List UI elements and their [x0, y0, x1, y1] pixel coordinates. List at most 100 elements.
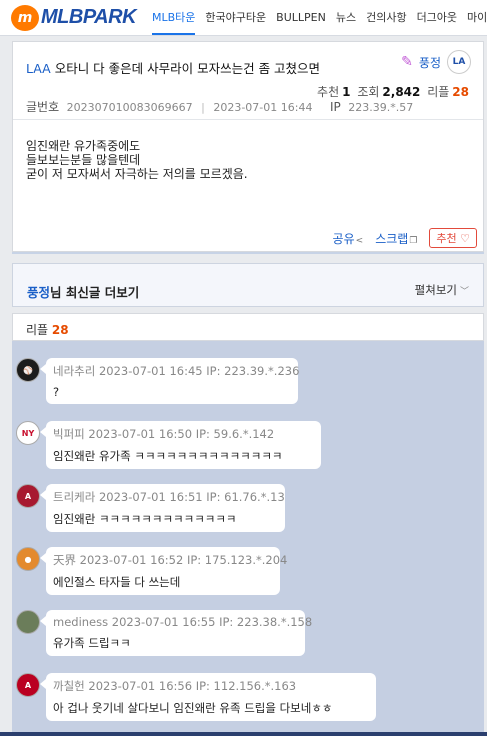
replies-header-text: 리플: [26, 323, 49, 337]
post-number-label: 글번호: [26, 100, 60, 114]
comment-bubble: mediness 2023-07-01 16:55 IP: 223.38.*.1…: [40, 610, 312, 656]
comment-user[interactable]: 天界: [53, 553, 76, 567]
bottom-strip: [0, 732, 487, 736]
comment-user[interactable]: 네라추리: [53, 364, 95, 378]
nav-kbo-town[interactable]: 한국야구타운: [205, 0, 266, 35]
comment-ip: IP: 223.38.*.158: [219, 615, 313, 629]
scrap-button[interactable]: 스크랩❐: [375, 230, 417, 247]
comment-bubble: 네라추리 2023-07-01 16:45 IP: 223.39.*.236 ?: [40, 358, 299, 404]
comment-item: NY 빅퍼피 2023-07-01 16:50 IP: 59.6.*.142 임…: [16, 421, 321, 469]
recommend-button[interactable]: 추천 ♡: [429, 228, 477, 248]
replies-header-label: 리플 28: [26, 321, 69, 338]
ip-label: IP: [329, 100, 341, 114]
views-count: 2,842: [382, 85, 421, 99]
comment-bubble: 트리케라 2023-07-01 16:51 IP: 61.76.*.13 임진왜…: [40, 484, 285, 532]
comment-text: 임진왜란 유가족 ㅋㅋㅋㅋㅋㅋㅋㅋㅋㅋㅋㅋㅋㅋ: [53, 449, 283, 463]
comment-datetime: 2023-07-01 16:50: [88, 427, 193, 441]
article-title-text: 오타니 다 좋은데 사무라이 모자쓰는건 좀 고쳤으면: [54, 61, 321, 76]
comment-text: ?: [53, 385, 60, 399]
comment-user[interactable]: mediness: [53, 615, 108, 629]
top-navigation: m MLBPARK MLB타운 한국야구타운 BULLPEN 뉴스 건의사항 더…: [0, 0, 487, 36]
logo-mark-icon: m: [11, 4, 39, 31]
comment-item: ⚾ 네라추리 2023-07-01 16:45 IP: 223.39.*.236…: [16, 358, 299, 404]
team-avatar-icon: A: [16, 484, 40, 508]
comment-text: 임진왜란 ㅋㅋㅋㅋㅋㅋㅋㅋㅋㅋㅋㅋㅋ: [53, 512, 237, 526]
header-divider: [13, 119, 483, 120]
comment-user[interactable]: 빅퍼피: [53, 427, 85, 441]
views-label: 조회: [357, 85, 380, 99]
pen-icon: ✎: [401, 54, 413, 70]
author-info[interactable]: ✎ 풍정 LA: [401, 50, 471, 74]
comment-text: 유가족 드립ㅋㅋ: [53, 636, 131, 650]
nav-mlb-town[interactable]: MLB타운: [152, 0, 196, 35]
comment-user[interactable]: 까칠헌: [53, 679, 85, 693]
replies-header: 리플 28: [12, 313, 484, 341]
reco-count: 1: [342, 85, 351, 99]
comment-meta: 까칠헌 2023-07-01 16:56 IP: 112.156.*.163: [53, 678, 369, 694]
expand-label: 펼쳐보기: [414, 283, 457, 297]
comment-item: mediness 2023-07-01 16:55 IP: 223.38.*.1…: [16, 610, 312, 656]
comment-datetime: 2023-07-01 16:55: [111, 615, 216, 629]
replies-label: 리플: [427, 85, 450, 99]
comment-ip: IP: 175.123.*.204: [186, 553, 288, 567]
article-card: LAA 오타니 다 좋은데 사무라이 모자쓰는건 좀 고쳤으면 ✎ 풍정 LA 추…: [12, 41, 484, 252]
team-logo-icon: LA: [447, 50, 471, 74]
comment-meta: 빅퍼피 2023-07-01 16:50 IP: 59.6.*.142: [53, 426, 314, 442]
comment-ip: IP: 112.156.*.163: [195, 679, 297, 693]
post-number: 202307010083069667: [66, 101, 193, 114]
more-posts-author[interactable]: 풍정: [27, 285, 50, 300]
comment-ip: IP: 59.6.*.142: [195, 427, 275, 441]
scrap-label: 스크랩: [375, 231, 409, 246]
comment-text: 에인절스 타자들 다 쓰는데: [53, 575, 181, 589]
comment-meta: mediness 2023-07-01 16:55 IP: 223.38.*.1…: [53, 615, 312, 629]
more-posts-suffix: 님 최신글 더보기: [50, 285, 140, 300]
team-avatar-icon: A: [16, 673, 40, 697]
article-actions: 공유< 스크랩❐ 추천 ♡: [333, 228, 477, 248]
nav-news[interactable]: 뉴스: [336, 0, 356, 35]
replies-count: 28: [452, 85, 469, 99]
comment-item: A 까칠헌 2023-07-01 16:56 IP: 112.156.*.163…: [16, 673, 376, 721]
share-label: 공유: [332, 231, 355, 246]
article-meta: 글번호 202307010083069667 | 2023-07-01 16:4…: [26, 98, 413, 115]
comment-datetime: 2023-07-01 16:51: [98, 490, 203, 504]
expand-button[interactable]: 펼쳐보기 ﹀: [415, 282, 469, 298]
nav-my[interactable]: 마이: [467, 0, 487, 35]
article-title: LAA 오타니 다 좋은데 사무라이 모자쓰는건 좀 고쳤으면: [26, 58, 320, 77]
logo-text: MLBPARK: [41, 6, 137, 28]
share-button[interactable]: 공유<: [333, 230, 364, 247]
more-posts-bar: 풍정님 최신글 더보기 펼쳐보기 ﹀: [12, 263, 484, 307]
team-avatar-icon: NY: [16, 421, 40, 445]
comment-datetime: 2023-07-01 16:52: [79, 553, 184, 567]
nav-suggestions[interactable]: 건의사항: [366, 0, 406, 35]
chevron-down-icon: ﹀: [459, 287, 469, 297]
comments-list: ⚾ 네라추리 2023-07-01 16:45 IP: 223.39.*.236…: [12, 341, 484, 736]
comment-bubble: 天界 2023-07-01 16:52 IP: 175.123.*.204 에인…: [40, 547, 287, 595]
comment-bubble: 까칠헌 2023-07-01 16:56 IP: 112.156.*.163 아…: [40, 673, 376, 721]
bear-avatar-icon: ●: [16, 547, 40, 571]
nav-bullpen[interactable]: BULLPEN: [276, 0, 326, 35]
scrap-icon: ❐: [409, 235, 418, 246]
body-line: 굳이 저 모자써서 자극하는 저의를 모르겠음.: [26, 167, 248, 181]
body-line: 임진왜란 유가족중에도: [26, 139, 141, 153]
comment-user[interactable]: 트리케라: [53, 490, 95, 504]
more-posts-title: 풍정님 최신글 더보기: [27, 282, 139, 301]
article-category[interactable]: LAA: [26, 61, 51, 76]
nav-dugout[interactable]: 더그아웃: [417, 0, 457, 35]
comment-meta: 네라추리 2023-07-01 16:45 IP: 223.39.*.236: [53, 363, 299, 379]
comment-bubble: 빅퍼피 2023-07-01 16:50 IP: 59.6.*.142 임진왜란…: [40, 421, 321, 469]
article-bottom-rule: [12, 252, 484, 254]
comment-datetime: 2023-07-01 16:56: [88, 679, 193, 693]
site-logo[interactable]: m MLBPARK: [11, 4, 137, 31]
comment-meta: 트리케라 2023-07-01 16:51 IP: 61.76.*.13: [53, 489, 285, 505]
comment-ip: IP: 223.39.*.236: [206, 364, 300, 378]
reco-label: 추천: [317, 85, 340, 99]
meta-separator: |: [201, 101, 205, 114]
author-name[interactable]: 풍정: [419, 54, 441, 71]
comment-item: A 트리케라 2023-07-01 16:51 IP: 61.76.*.13 임…: [16, 484, 285, 532]
article-body: 임진왜란 유가족중에도 들보보는분들 많을텐데 굳이 저 모자써서 자극하는 저…: [26, 139, 248, 181]
comment-ip: IP: 61.76.*.13: [206, 490, 285, 504]
comment-item: ● 天界 2023-07-01 16:52 IP: 175.123.*.204 …: [16, 547, 287, 595]
team-avatar-icon: ⚾: [16, 358, 40, 382]
comment-text: 아 겁나 웃기네 살다보니 임진왜란 유족 드립을 다보네ㅎㅎ: [53, 701, 333, 715]
body-line: 들보보는분들 많을텐데: [26, 153, 141, 167]
